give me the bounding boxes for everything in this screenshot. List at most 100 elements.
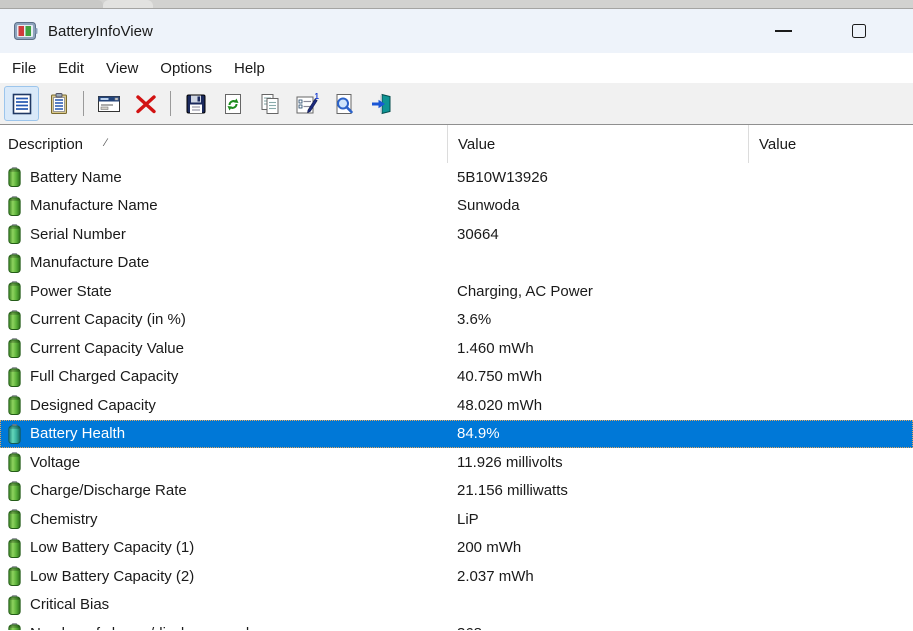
row-value-2 bbox=[748, 562, 913, 591]
row-description-cell: Manufacture Name bbox=[0, 192, 447, 221]
properties-button[interactable]: 1 bbox=[289, 86, 324, 121]
row-description-cell: Chemistry bbox=[0, 505, 447, 534]
row-description: Number of charge/discharge cycles bbox=[30, 625, 265, 630]
row-value: LiP bbox=[447, 505, 748, 534]
minimize-button[interactable] bbox=[760, 9, 806, 53]
row-description-cell: Voltage bbox=[0, 448, 447, 477]
column-header-description[interactable]: Description ∕ bbox=[0, 125, 447, 163]
row-description-cell: Battery Health bbox=[0, 420, 447, 449]
row-description-cell: Low Battery Capacity (1) bbox=[0, 534, 447, 563]
list-item[interactable]: Low Battery Capacity (2)2.037 mWh bbox=[0, 562, 913, 591]
row-value: Charging, AC Power bbox=[447, 277, 748, 306]
maximize-icon bbox=[852, 24, 866, 38]
exit-icon bbox=[369, 92, 393, 116]
row-value-2 bbox=[748, 391, 913, 420]
report-view-button[interactable] bbox=[4, 86, 39, 121]
row-value: 11.926 millivolts bbox=[447, 448, 748, 477]
row-description: Manufacture Date bbox=[30, 254, 149, 271]
battery-icon bbox=[8, 595, 21, 615]
list-item[interactable]: Battery Health 84.9% bbox=[0, 420, 913, 449]
row-description: Chemistry bbox=[30, 511, 98, 528]
find-button[interactable] bbox=[326, 86, 361, 121]
row-description: Critical Bias bbox=[30, 596, 109, 613]
list-item[interactable]: Voltage11.926 millivolts bbox=[0, 448, 913, 477]
app-battery-icon bbox=[14, 21, 38, 41]
row-value-2 bbox=[748, 420, 913, 449]
list-item[interactable]: Current Capacity Value1.460 mWh bbox=[0, 334, 913, 363]
menu-view[interactable]: View bbox=[95, 57, 149, 80]
battery-icon bbox=[8, 281, 21, 301]
row-description-cell: Designed Capacity bbox=[0, 391, 447, 420]
row-description: Battery Health bbox=[30, 425, 125, 442]
row-description: Manufacture Name bbox=[30, 197, 158, 214]
battery-icon bbox=[8, 338, 21, 358]
delete-button[interactable] bbox=[128, 86, 163, 121]
list-item[interactable]: Charge/Discharge Rate21.156 milliwatts bbox=[0, 477, 913, 506]
advanced-options-icon bbox=[96, 92, 122, 116]
list-item[interactable]: Battery Name5B10W13926 bbox=[0, 163, 913, 192]
refresh-icon bbox=[221, 92, 245, 116]
battery-icon bbox=[8, 253, 21, 273]
log-view-button[interactable] bbox=[41, 86, 76, 121]
list-item[interactable]: Critical Bias bbox=[0, 591, 913, 620]
row-description-cell: Serial Number bbox=[0, 220, 447, 249]
menu-edit[interactable]: Edit bbox=[47, 57, 95, 80]
battery-icon bbox=[8, 566, 21, 586]
list-item[interactable]: Current Capacity (in %)3.6% bbox=[0, 306, 913, 335]
copy-icon bbox=[258, 92, 282, 116]
row-description-cell: Manufacture Date bbox=[0, 249, 447, 278]
list-item[interactable]: Power StateCharging, AC Power bbox=[0, 277, 913, 306]
title-bar: BatteryInfoView bbox=[0, 9, 913, 53]
row-value: 84.9% bbox=[447, 420, 748, 449]
list-item[interactable]: Manufacture NameSunwoda bbox=[0, 192, 913, 221]
batteryinfoview-window: BatteryInfoView File Edit View Options H… bbox=[0, 0, 913, 631]
row-value bbox=[447, 591, 748, 620]
row-description: Charge/Discharge Rate bbox=[30, 482, 187, 499]
row-value-2 bbox=[748, 534, 913, 563]
maximize-button[interactable] bbox=[836, 9, 882, 53]
menu-file[interactable]: File bbox=[8, 57, 47, 80]
row-value: 48.020 mWh bbox=[447, 391, 748, 420]
menu-help[interactable]: Help bbox=[223, 57, 276, 80]
battery-icon bbox=[8, 538, 21, 558]
save-button[interactable] bbox=[178, 86, 213, 121]
column-header-value-2[interactable]: Value bbox=[748, 125, 913, 163]
battery-icon bbox=[8, 196, 21, 216]
report-view-icon bbox=[10, 92, 34, 116]
row-value-2 bbox=[748, 163, 913, 192]
battery-icon bbox=[8, 623, 21, 630]
row-value-2 bbox=[748, 249, 913, 278]
row-value: 1.460 mWh bbox=[447, 334, 748, 363]
list-item[interactable]: Low Battery Capacity (1)200 mWh bbox=[0, 534, 913, 563]
copy-button[interactable] bbox=[252, 86, 287, 121]
row-value bbox=[447, 249, 748, 278]
list-item[interactable]: Chemistry LiP bbox=[0, 505, 913, 534]
row-value-2 bbox=[748, 477, 913, 506]
list-item[interactable]: Full Charged Capacity40.750 mWh bbox=[0, 363, 913, 392]
column-headers: Description ∕ Value Value bbox=[0, 125, 913, 163]
list-item[interactable]: Manufacture Date bbox=[0, 249, 913, 278]
exit-button[interactable] bbox=[363, 86, 398, 121]
advanced-options-button[interactable] bbox=[91, 86, 126, 121]
row-description-cell: Battery Name bbox=[0, 163, 447, 192]
column-header-value-1[interactable]: Value bbox=[447, 125, 748, 163]
list-item[interactable]: Designed Capacity 48.020 mWh bbox=[0, 391, 913, 420]
background-window-tab bbox=[103, 0, 153, 8]
row-description-cell: Charge/Discharge Rate bbox=[0, 477, 447, 506]
row-value-2 bbox=[748, 505, 913, 534]
row-value-2 bbox=[748, 334, 913, 363]
row-description: Designed Capacity bbox=[30, 397, 156, 414]
toolbar-separator bbox=[83, 91, 84, 116]
window-title: BatteryInfoView bbox=[48, 23, 153, 40]
menu-options[interactable]: Options bbox=[149, 57, 223, 80]
refresh-button[interactable] bbox=[215, 86, 250, 121]
row-value-2 bbox=[748, 277, 913, 306]
row-value: 5B10W13926 bbox=[447, 163, 748, 192]
battery-icon bbox=[8, 509, 21, 529]
battery-icon bbox=[8, 224, 21, 244]
list-item[interactable]: Number of charge/discharge cycles368 bbox=[0, 619, 913, 630]
battery-icon bbox=[8, 310, 21, 330]
row-value: 30664 bbox=[447, 220, 748, 249]
row-value-2 bbox=[748, 363, 913, 392]
list-item[interactable]: Serial Number30664 bbox=[0, 220, 913, 249]
